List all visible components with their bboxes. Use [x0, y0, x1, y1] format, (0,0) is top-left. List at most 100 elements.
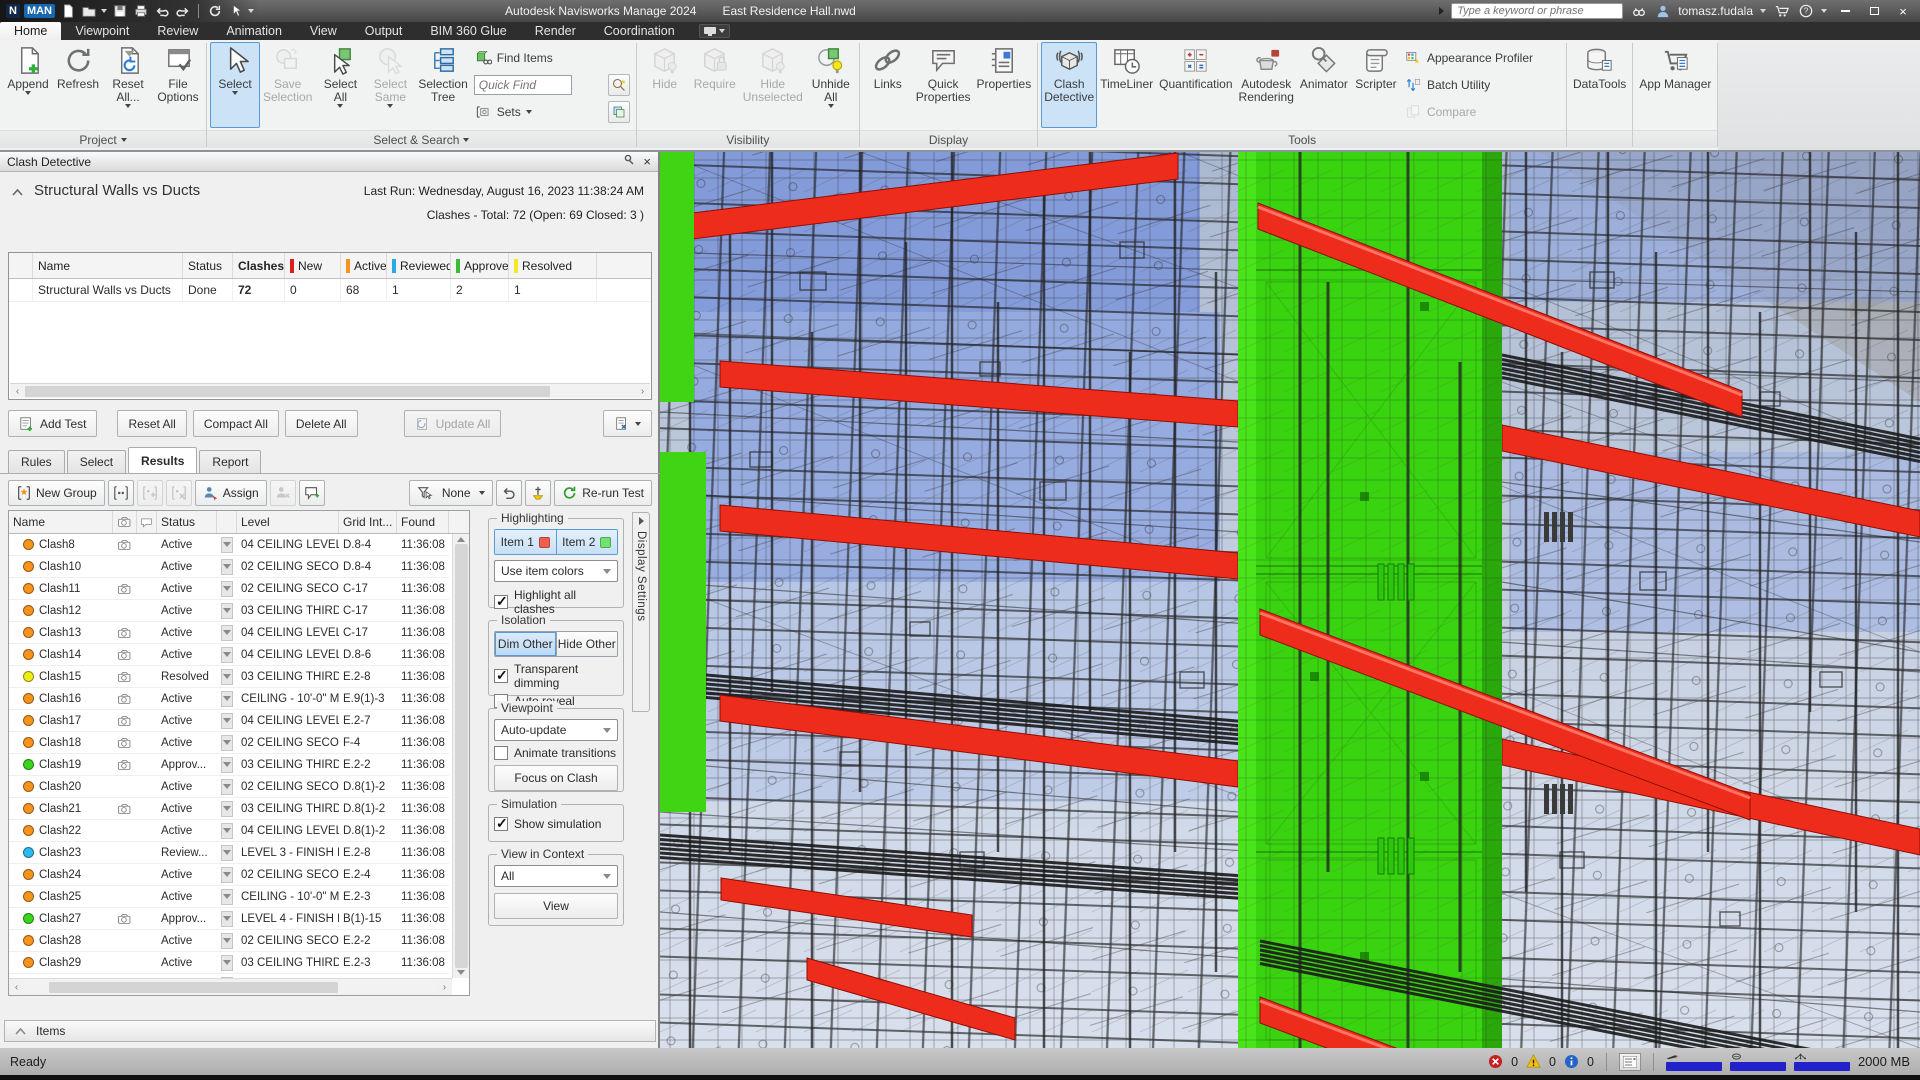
saved-viewpoint-icon[interactable] [113, 754, 137, 775]
quick-properties-button[interactable]: Quick Properties [913, 42, 974, 128]
scripter-button[interactable]: Scripter [1351, 42, 1401, 128]
result-row-clash15[interactable]: Clash15Resolved03 CEILING THIRD -...E.2-… [9, 666, 449, 688]
panel-tab-results[interactable]: Results [128, 447, 197, 473]
ribbon-tab-viewpoint[interactable]: Viewpoint [61, 22, 143, 40]
ribbon-tab-coordination[interactable]: Coordination [590, 22, 689, 40]
assign-button[interactable]: Assign [195, 480, 267, 506]
tests-col-status[interactable]: Status [183, 253, 233, 278]
tests-col-approved[interactable]: Approved [451, 253, 509, 278]
unhide-all-caret-icon[interactable] [828, 104, 834, 108]
saved-viewpoint-icon[interactable] [113, 798, 137, 819]
tests-col-reviewed[interactable]: Reviewed [387, 253, 451, 278]
batch-utility-row[interactable]: Batch Utility [1404, 73, 1560, 97]
restore-button[interactable] [1863, 3, 1885, 19]
toolbar-customize-caret-icon[interactable] [248, 9, 254, 13]
user-menu-caret-icon[interactable] [1760, 9, 1766, 13]
result-row-clash12[interactable]: Clash12Active03 CEILING THIRD -...C-1711… [9, 600, 449, 622]
info-count-icon[interactable] [1564, 1054, 1579, 1069]
saved-viewpoint-icon[interactable] [113, 644, 137, 665]
select-same-caret-icon[interactable] [387, 104, 393, 108]
ribbon-tab-home[interactable]: Home [0, 22, 61, 40]
add-test-button[interactable]: Add Test [8, 410, 97, 437]
3d-viewport[interactable] [660, 152, 1920, 1048]
results-grid[interactable]: NameStatusLevelGrid Int...Found Clash8Ac… [8, 510, 470, 996]
saved-viewpoint-icon[interactable] [113, 688, 137, 709]
saved-viewpoint-icon[interactable] [113, 622, 137, 643]
result-row-clash21[interactable]: Clash21Active03 CEILING THIRD -...D.8(1)… [9, 798, 449, 820]
report-export-button[interactable] [603, 410, 652, 437]
results-hscrollbar[interactable]: ‹› [9, 978, 452, 995]
status-dropdown[interactable] [221, 933, 233, 949]
print-icon[interactable] [132, 3, 149, 19]
camera-column-icon[interactable] [113, 511, 137, 533]
minimize-button[interactable] [1834, 3, 1856, 19]
animate-transitions-row[interactable]: Animate transitions [494, 746, 618, 760]
animator-button[interactable]: Animator [1297, 42, 1351, 128]
highlight-all-checkbox[interactable] [494, 595, 508, 609]
app-store-cart-icon[interactable] [1773, 3, 1790, 19]
result-row-clash24[interactable]: Clash24Active02 CEILING SECON...E.2-411:… [9, 864, 449, 886]
warning-count-icon[interactable] [1526, 1054, 1541, 1069]
close-button[interactable]: × [1892, 3, 1914, 19]
search-spark-button[interactable] [608, 74, 630, 96]
status-dropdown[interactable] [221, 559, 233, 575]
status-dropdown[interactable] [221, 955, 233, 971]
redo-icon[interactable] [174, 3, 191, 19]
message-list-icon[interactable] [1619, 1053, 1641, 1071]
status-dropdown[interactable] [221, 537, 233, 553]
rerun-test-button[interactable]: Re-run Test [554, 480, 652, 506]
saved-viewpoint-icon[interactable] [113, 732, 137, 753]
panel-tab-select[interactable]: Select [67, 450, 126, 473]
status-dropdown[interactable] [221, 735, 233, 751]
saved-viewpoint-icon[interactable] [113, 908, 137, 929]
status-dropdown[interactable] [221, 603, 233, 619]
results-col-level[interactable]: Level [237, 511, 339, 533]
result-row-clash23[interactable]: Clash23Review...LEVEL 3 - FINISH FL...E.… [9, 842, 449, 864]
focus-on-clash-button[interactable]: Focus on Clash [494, 765, 618, 791]
app-manager-button[interactable]: App Manager [1636, 42, 1714, 128]
undo-icon[interactable] [496, 480, 522, 506]
results-vscrollbar[interactable] [452, 534, 469, 978]
saved-viewpoint-icon[interactable] [113, 534, 137, 555]
status-dropdown[interactable] [221, 625, 233, 641]
animate-transitions-checkbox[interactable] [494, 746, 508, 760]
ribbon-tab-output[interactable]: Output [351, 22, 417, 40]
results-col-status[interactable]: Status [157, 511, 217, 533]
saved-viewpoint-icon[interactable] [113, 578, 137, 599]
highlight-icon[interactable] [525, 480, 551, 506]
open-file-icon[interactable] [80, 3, 97, 19]
result-row-clash11[interactable]: Clash11Active02 CEILING SECON...C-1711:3… [9, 578, 449, 600]
find-items-row[interactable]: Find Items [474, 46, 630, 70]
autodesk-rendering-button[interactable]: Autodesk Rendering [1236, 42, 1297, 128]
test-collapse-icon[interactable] [12, 185, 23, 192]
delete-all-button[interactable]: Delete All [285, 410, 358, 437]
select-all-button[interactable]: Select All [315, 42, 365, 128]
result-row-clash22[interactable]: Clash22Active04 CEILING LEVEL 0...D.8(1)… [9, 820, 449, 842]
timeliner-button[interactable]: TimeLiner [1097, 42, 1156, 128]
help-icon[interactable]: ? [1797, 3, 1814, 19]
links-button[interactable]: Links [863, 42, 913, 128]
error-count-icon[interactable] [1488, 1054, 1503, 1069]
show-simulation-row[interactable]: Show simulation [494, 817, 618, 831]
result-row-clash25[interactable]: Clash25ActiveCEILING - 10'-0" M...E.2-31… [9, 886, 449, 908]
help-menu-caret-icon[interactable] [1821, 9, 1827, 13]
ribbon-tab-render[interactable]: Render [521, 22, 590, 40]
tests-col-clashes[interactable]: Clashes [233, 253, 285, 278]
transparent-dimming-row[interactable]: Transparent dimming [494, 662, 618, 690]
file-options-button[interactable]: File Options [153, 42, 203, 128]
quick-find-row[interactable] [474, 73, 630, 97]
select-button[interactable]: Select [210, 42, 260, 128]
reset-all-button[interactable]: Reset All... [103, 42, 153, 128]
tests-col-resolved[interactable]: Resolved [509, 253, 597, 278]
undo-icon[interactable] [153, 3, 170, 19]
ribbon-tab-view[interactable]: View [296, 22, 351, 40]
select-tool-icon[interactable] [227, 3, 244, 19]
save-icon[interactable] [111, 3, 128, 19]
result-row-clash16[interactable]: Clash16ActiveCEILING - 10'-0" M...E.9(1)… [9, 688, 449, 710]
status-dropdown[interactable] [221, 911, 233, 927]
tests-col-new[interactable]: New [285, 253, 341, 278]
quick-find-input[interactable] [474, 75, 572, 95]
selection-tree-button[interactable]: Selection Tree [415, 42, 470, 128]
display-settings-tab[interactable]: Display Settings [632, 512, 650, 712]
result-row-clash8[interactable]: Clash8Active04 CEILING LEVEL 0...D.8-411… [9, 534, 449, 556]
